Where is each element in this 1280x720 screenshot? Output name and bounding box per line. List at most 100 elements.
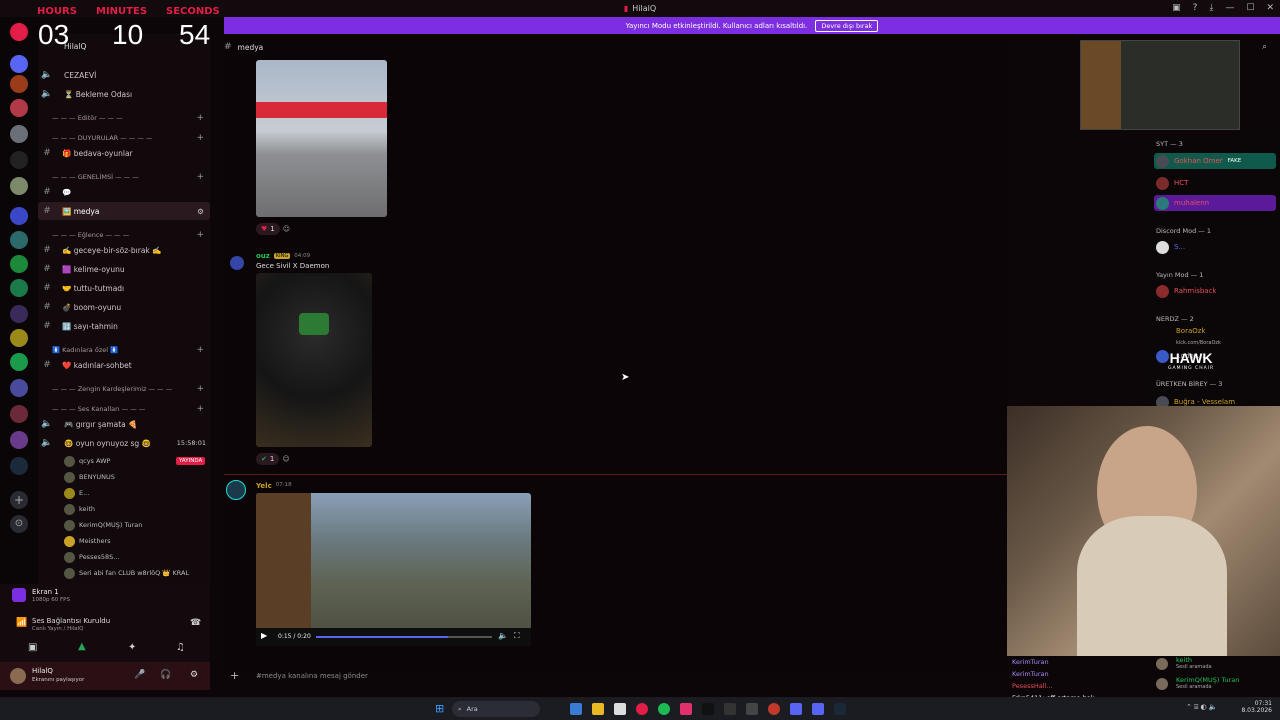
server-icon[interactable] — [10, 353, 28, 371]
fullscreen-icon[interactable]: ⛶ — [514, 631, 520, 641]
add-channel-icon[interactable]: + — [196, 172, 204, 182]
explore-icon[interactable]: ⊙ — [10, 515, 28, 533]
server-icon[interactable] — [10, 99, 28, 117]
voice-user[interactable]: KerimQ(MUŞ) Turan — [64, 518, 142, 532]
tray-icons[interactable]: ⌃ ⌸ ◐ 🔈 — [1186, 703, 1218, 712]
category-duyurular[interactable]: — — — DUYURULAR — — — — + — [38, 133, 210, 143]
mic-icon[interactable]: 🎤 — [134, 670, 145, 680]
category-zengin[interactable]: — — — Zengin Kardeşlerimiz — — — + — [38, 384, 210, 394]
stream-preview[interactable] — [1080, 40, 1240, 130]
taskbar-app-icon[interactable] — [570, 703, 582, 715]
member-row[interactable]: BoraOzk kick.com/BoraOzk — [1154, 327, 1276, 346]
channel-geceye[interactable]: # ✍️ geceye-bir-söz-bırak ✍️ — [38, 241, 210, 259]
voice-user[interactable]: keith — [64, 502, 95, 516]
tiktok-icon[interactable] — [702, 703, 714, 715]
message-input[interactable]: #medya kanalına mesaj gönder — [256, 672, 368, 680]
discord-icon[interactable] — [812, 703, 824, 715]
avatar[interactable] — [10, 668, 26, 684]
windows-start-icon[interactable]: ⊞ — [435, 702, 444, 715]
channel-chat[interactable]: # 💬 — [38, 183, 210, 201]
member-row[interactable]: Gokhan Omer FAKE — [1154, 153, 1276, 169]
member-row[interactable]: muhalenn — [1154, 195, 1276, 211]
activities-icon[interactable]: ✦ — [128, 642, 136, 653]
video-player[interactable]: ▶ 0:15 / 0:20 🔈 ⛶ — [256, 493, 531, 646]
minimize-button[interactable]: — — [1225, 3, 1234, 13]
taskbar-app-icon[interactable] — [614, 703, 626, 715]
server-icon[interactable] — [10, 151, 28, 169]
voice-user[interactable]: qcys AWP YAYINDA — [64, 454, 206, 468]
reaction-heart[interactable]: ♥ 1 — [256, 223, 280, 235]
category-genelimsi[interactable]: — — — GENELİMSİ — — — + — [38, 172, 210, 182]
avatar[interactable] — [230, 256, 244, 270]
voice-channel-oyun[interactable]: 🔈 🤓 oyun oynuyoz sg 🤓 15:58:01 — [38, 434, 210, 452]
taskbar-app-icon[interactable] — [746, 703, 758, 715]
message-image[interactable] — [256, 273, 372, 447]
server-icon[interactable] — [10, 75, 28, 93]
spotify-icon[interactable] — [658, 703, 670, 715]
soundboard-icon[interactable]: ♫ — [176, 642, 185, 653]
home-icon[interactable] — [10, 23, 28, 41]
avatar[interactable] — [226, 480, 246, 500]
download-icon[interactable]: ⤓ — [1209, 3, 1213, 13]
channel-tuttu-tutmadi[interactable]: # 🤝 tuttu-tutmadı — [38, 279, 210, 297]
play-icon[interactable]: ▶ — [261, 631, 267, 640]
channel-kelime-oyunu[interactable]: # 🟪 kelime-oyunu — [38, 260, 210, 278]
add-reaction-icon[interactable]: ☺ — [282, 455, 289, 463]
channel-medya[interactable]: # 🖼️ medya ⚙ — [38, 202, 210, 220]
server-icon[interactable] — [10, 55, 28, 73]
member-row[interactable]: S... — [1154, 239, 1276, 255]
voice-channel-cezaevi[interactable]: 🔈 CEZAEVİ — [38, 66, 210, 84]
instagram-icon[interactable] — [680, 703, 692, 715]
obs-icon[interactable] — [768, 703, 780, 715]
share-screen-button[interactable]: ▲ — [78, 641, 86, 652]
message-image[interactable] — [256, 60, 387, 217]
opera-icon[interactable] — [636, 703, 648, 715]
member-row[interactable]: Rahmisback — [1154, 283, 1276, 299]
server-icon[interactable] — [10, 177, 28, 195]
maximize-button[interactable]: ☐ — [1246, 3, 1254, 13]
voice-user[interactable]: Pesses58S... — [64, 550, 119, 564]
member-row[interactable]: HCT — [1154, 175, 1276, 191]
taskbar-app-icon[interactable] — [724, 703, 736, 715]
add-server-icon[interactable]: + — [10, 491, 28, 509]
voice-user[interactable]: E... — [64, 486, 89, 500]
disable-streamer-mode-button[interactable]: Devre dışı bırak — [815, 19, 879, 32]
server-icon[interactable] — [10, 379, 28, 397]
voice-channel-girgir[interactable]: 🔈 🎮 gırgır şamata 🍕 — [38, 415, 210, 433]
channel-boom-oyunu[interactable]: # 💣 boom-oyunu — [38, 298, 210, 316]
inbox-icon[interactable]: ▣ — [1172, 3, 1181, 13]
add-channel-icon[interactable]: + — [196, 230, 204, 240]
channel-bedava-oyunlar[interactable]: # 🎁 bedava-oyunlar — [38, 144, 210, 162]
server-icon[interactable] — [10, 231, 28, 249]
author-name[interactable]: Yelc — [256, 482, 272, 490]
taskbar-search[interactable]: ⌕ Ara — [452, 701, 540, 717]
category-kadinlara-ozel[interactable]: 🚺 Kadınlara özel 🚺 + — [38, 345, 210, 355]
server-icon[interactable] — [10, 255, 28, 273]
settings-icon[interactable]: ⚙ — [197, 207, 204, 216]
category-ses-kanallari[interactable]: — — — Ses Kanalları — — — + — [38, 404, 210, 414]
server-icon[interactable] — [10, 125, 28, 143]
voice-user[interactable]: Meisthers — [64, 534, 111, 548]
author-name[interactable]: ouz — [256, 252, 270, 260]
server-icon[interactable] — [10, 431, 28, 449]
add-attachment-icon[interactable]: + — [230, 669, 239, 682]
server-icon[interactable] — [10, 329, 28, 347]
voice-user[interactable]: BENYUNUS — [64, 470, 115, 484]
channel-sayi-tahmin[interactable]: # 🔢 sayı-tahmin — [38, 317, 210, 335]
category-editor[interactable]: — — — Editör — — — + — [38, 113, 210, 123]
volume-icon[interactable]: 🔈 — [498, 631, 508, 640]
clock[interactable]: 07:31 8.03.2026 — [1238, 700, 1272, 714]
server-icon[interactable] — [10, 405, 28, 423]
server-icon[interactable] — [10, 207, 28, 225]
reaction-check[interactable]: ✔ 1 — [256, 453, 280, 465]
headphone-icon[interactable]: 🎧 — [160, 670, 171, 680]
add-channel-icon[interactable]: + — [196, 133, 204, 143]
server-icon[interactable] — [10, 279, 28, 297]
gear-icon[interactable]: ⚙ — [190, 670, 198, 680]
disconnect-icon[interactable]: ☎ — [190, 618, 201, 628]
steam-icon[interactable] — [834, 703, 846, 715]
add-channel-icon[interactable]: + — [196, 345, 204, 355]
server-icon[interactable] — [10, 305, 28, 323]
search-icon[interactable]: ⌕ — [1262, 42, 1267, 52]
add-channel-icon[interactable]: + — [196, 384, 204, 394]
